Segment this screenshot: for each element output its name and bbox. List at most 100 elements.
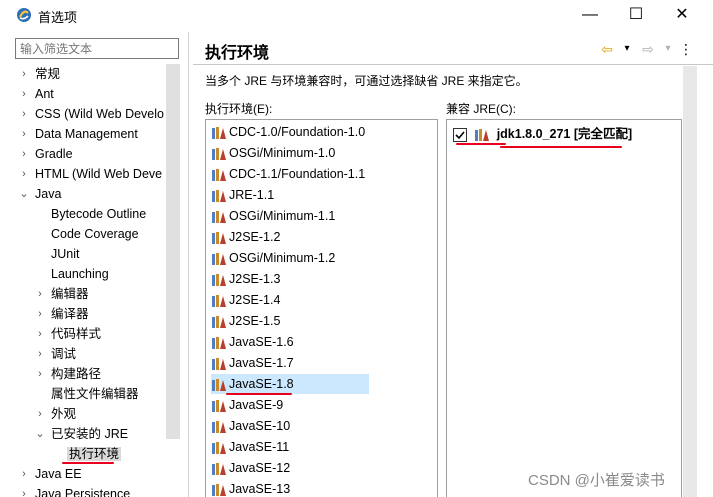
chevron-right-icon[interactable]: › — [19, 64, 29, 84]
tree-item[interactable]: ⌄ 已安装的 JRE — [35, 424, 128, 444]
environment-item[interactable]: JavaSE-12 — [211, 458, 290, 478]
environments-list[interactable]: CDC-1.0/Foundation-1.0 OSGi/Minimum-1.0 CD… — [205, 119, 438, 497]
maximize-button[interactable]: ☐ — [613, 0, 659, 30]
tree-item-label: Gradle — [35, 147, 73, 161]
tree-item-label: 代码样式 — [51, 327, 102, 341]
tree-item[interactable]: › Java Persistence — [22, 484, 130, 497]
chevron-right-icon[interactable]: › — [19, 484, 29, 497]
chevron-right-icon[interactable]: › — [35, 404, 45, 424]
compatible-jre-list[interactable]: jdk1.8.0_271 [完全匹配] — [446, 119, 682, 497]
environment-item[interactable]: CDC-1.1/Foundation-1.1 — [211, 164, 365, 184]
environment-label: JavaSE-1.8 — [229, 377, 294, 391]
environments-label: 执行环境(E): — [205, 102, 273, 116]
tree-item[interactable]: ⌄ Java — [19, 184, 61, 204]
environment-label: JavaSE-1.6 — [229, 335, 294, 349]
preference-tree: › 常规 › Ant › CSS (Wild Web Develo › Data Manage… — [15, 64, 180, 497]
chevron-right-icon[interactable]: › — [19, 164, 29, 184]
more-options-icon[interactable]: ⋮ — [677, 40, 695, 58]
header-separator — [193, 64, 713, 65]
chevron-down-icon[interactable]: ⌄ — [19, 184, 29, 204]
tree-item-label: 常规 — [35, 67, 61, 81]
forward-arrow-icon[interactable]: ⇨ — [639, 40, 657, 58]
tree-item-label: Java EE — [35, 467, 82, 481]
chevron-right-icon[interactable]: › — [35, 344, 45, 364]
tree-item[interactable]: 执行环境 — [67, 444, 122, 464]
environment-item[interactable]: J2SE-1.3 — [211, 269, 280, 289]
minimize-button[interactable]: — — [567, 0, 613, 30]
tree-item[interactable]: › 外观 — [38, 404, 76, 424]
jre-checkbox[interactable] — [453, 127, 467, 142]
tree-item[interactable]: › 构建路径 — [38, 364, 101, 384]
tree-item[interactable]: › Gradle — [22, 144, 73, 164]
tree-item[interactable]: › Data Management — [22, 124, 138, 144]
page-scrollbar[interactable] — [683, 66, 697, 497]
environment-item[interactable]: JavaSE-10 — [211, 416, 290, 436]
watermark: CSDN @小崔爱读书 — [528, 472, 665, 489]
tree-item[interactable]: Launching — [51, 264, 109, 284]
tree-item-label: Data Management — [35, 127, 138, 141]
environment-item[interactable]: OSGi/Minimum-1.0 — [211, 143, 335, 163]
tree-item-label: Ant — [35, 87, 54, 101]
library-icon — [474, 128, 490, 142]
tree-item[interactable]: 属性文件编辑器 — [51, 384, 139, 404]
tree-item[interactable]: JUnit — [51, 244, 79, 264]
close-button[interactable]: ✕ — [659, 0, 705, 30]
chevron-right-icon[interactable]: › — [19, 104, 29, 124]
environment-item[interactable]: J2SE-1.5 — [211, 311, 280, 331]
tree-item-label: 属性文件编辑器 — [51, 387, 139, 401]
tree-item[interactable]: › Ant — [22, 84, 54, 104]
chevron-right-icon[interactable]: › — [19, 464, 29, 484]
environment-item[interactable]: JavaSE-13 — [211, 479, 290, 497]
chevron-right-icon[interactable]: › — [35, 284, 45, 304]
tree-item-label: Code Coverage — [51, 227, 139, 241]
chevron-right-icon[interactable]: › — [19, 84, 29, 104]
tree-item[interactable]: › 调试 — [38, 344, 76, 364]
environment-item[interactable]: JavaSE-1.8 — [211, 374, 369, 394]
tree-item[interactable]: › Java EE — [22, 464, 82, 484]
environment-item[interactable]: JavaSE-11 — [211, 437, 289, 457]
tree-item[interactable]: › 编辑器 — [38, 284, 88, 304]
environment-item[interactable]: OSGi/Minimum-1.1 — [211, 206, 335, 226]
environment-item[interactable]: CDC-1.0/Foundation-1.0 — [211, 122, 365, 142]
tree-item[interactable]: Code Coverage — [51, 224, 139, 244]
environment-label: JavaSE-13 — [229, 482, 291, 496]
page-description: 当多个 JRE 与环境兼容时，可通过选择缺省 JRE 来指定它。 — [205, 74, 528, 88]
environment-item[interactable]: JRE-1.1 — [211, 185, 274, 205]
tree-item[interactable]: › 编译器 — [38, 304, 89, 324]
environment-item[interactable]: J2SE-1.2 — [211, 227, 280, 247]
environment-label: OSGi/Minimum-1.1 — [229, 209, 336, 223]
chevron-right-icon[interactable]: › — [19, 144, 29, 164]
environment-item[interactable]: OSGi/Minimum-1.2 — [211, 248, 335, 268]
chevron-right-icon[interactable]: › — [19, 124, 29, 144]
forward-menu-icon[interactable]: ▾ — [659, 40, 677, 58]
app-icon — [16, 7, 32, 23]
back-menu-icon[interactable]: ▾ — [618, 40, 636, 58]
tree-item[interactable]: Bytecode Outline — [51, 204, 146, 224]
environment-item[interactable]: J2SE-1.4 — [211, 290, 280, 310]
page-title: 执行环境 — [205, 45, 270, 62]
library-icon — [211, 378, 227, 392]
tree-scrollbar[interactable] — [166, 64, 180, 439]
tree-item[interactable]: › HTML (Wild Web Deve — [22, 164, 162, 184]
back-arrow-icon[interactable]: ⇦ — [598, 40, 616, 58]
environment-item[interactable]: JavaSE-1.6 — [211, 332, 294, 352]
panel-divider[interactable] — [188, 32, 189, 497]
chevron-right-icon[interactable]: › — [35, 324, 45, 344]
library-icon — [211, 441, 227, 455]
tree-item-label: Launching — [51, 267, 109, 281]
tree-item[interactable]: › CSS (Wild Web Develo — [22, 104, 164, 124]
jre-item[interactable]: jdk1.8.0_271 [完全匹配] — [453, 124, 632, 144]
chevron-right-icon[interactable]: › — [35, 364, 45, 384]
chevron-right-icon[interactable]: › — [35, 304, 45, 324]
tree-item[interactable]: › 代码样式 — [38, 324, 102, 344]
tree-item[interactable]: › 常规 — [22, 64, 61, 84]
environment-label: JavaSE-11 — [229, 440, 290, 454]
tree-item-label: 编译器 — [51, 307, 89, 321]
environment-label: CDC-1.0/Foundation-1.0 — [229, 125, 366, 139]
filter-input[interactable] — [15, 38, 179, 59]
environment-item[interactable]: JavaSE-1.7 — [211, 353, 294, 373]
environment-label: JRE-1.1 — [229, 188, 275, 202]
chevron-down-icon[interactable]: ⌄ — [35, 424, 45, 444]
tree-item-label: Bytecode Outline — [51, 207, 147, 221]
environment-item[interactable]: JavaSE-9 — [211, 395, 283, 415]
